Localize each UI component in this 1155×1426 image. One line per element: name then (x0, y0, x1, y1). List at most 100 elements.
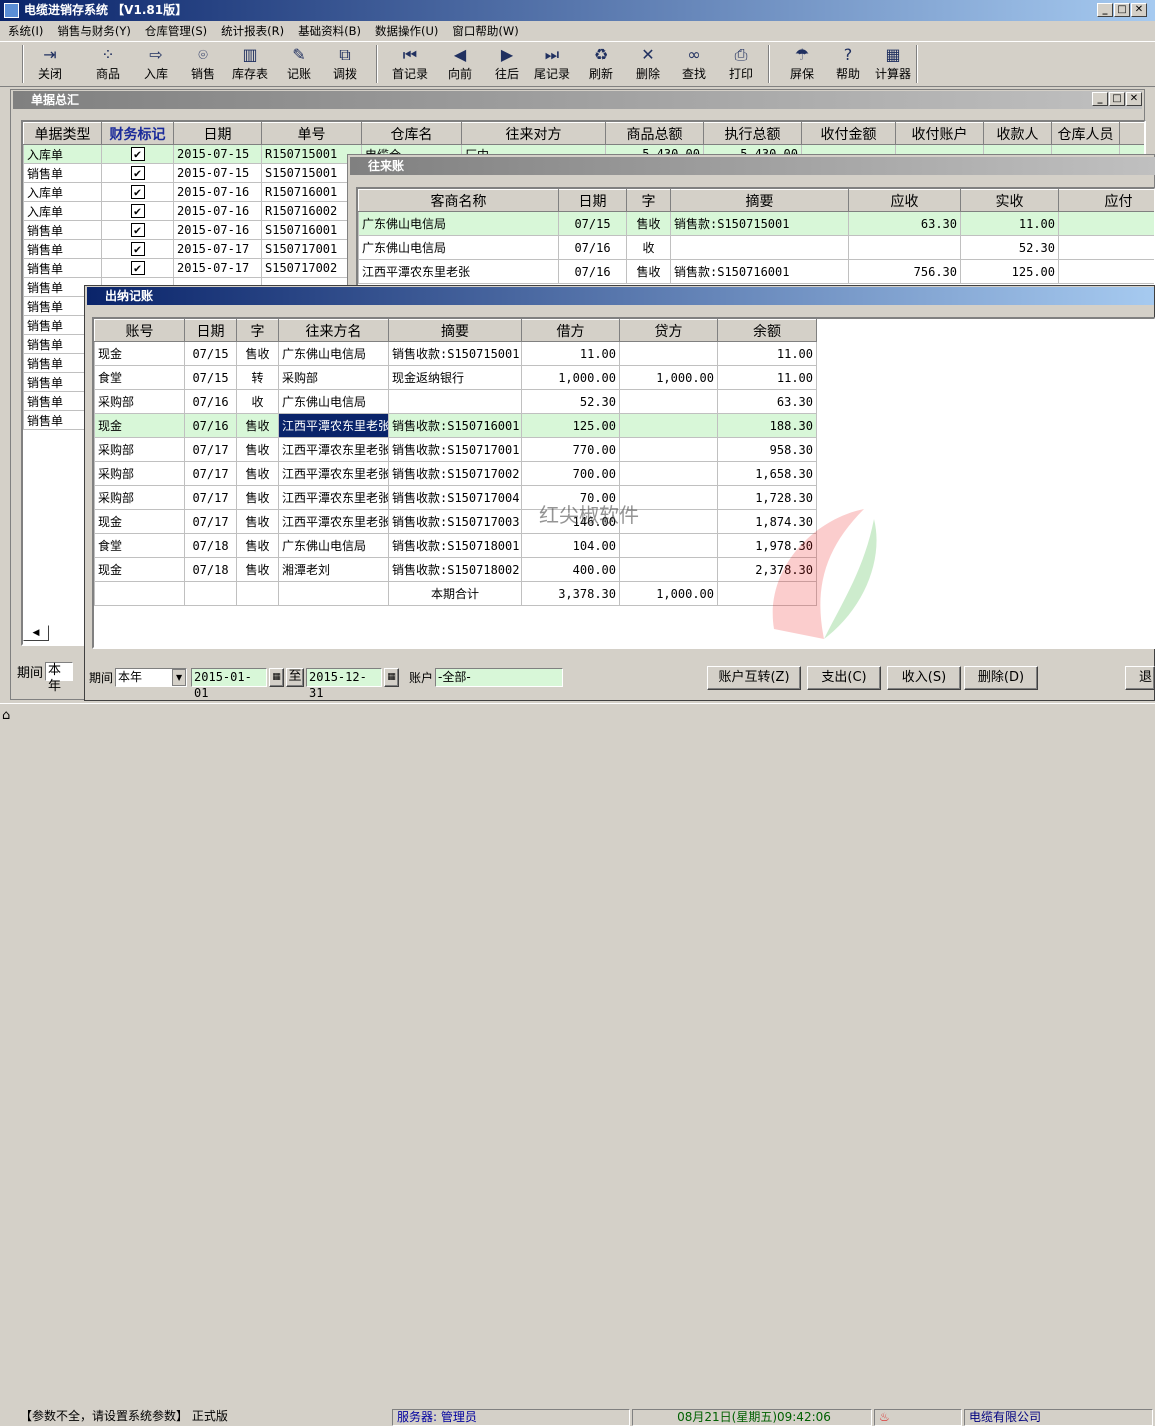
table-row[interactable]: 江西平潭农东里老张07/16售收销售款:S150716001756.30125.… (359, 260, 1155, 284)
finance-mark-cell[interactable]: ✔ (102, 221, 174, 240)
chevron-down-icon[interactable]: ▼ (172, 669, 186, 686)
cash-col-header[interactable]: 日期 (185, 320, 237, 342)
summary-col-header[interactable]: 财务标记 (102, 123, 174, 145)
cash-col-header[interactable]: 借方 (522, 320, 620, 342)
finance-mark-cell[interactable]: ✔ (102, 164, 174, 183)
table-row[interactable]: 采购部07/16收广东佛山电信局52.3063.30 (95, 390, 817, 414)
finance-mark-cell[interactable]: ✔ (102, 183, 174, 202)
cash-col-header[interactable]: 往来方名 (279, 320, 389, 342)
toolbar-delete-button[interactable]: ✕删除 (628, 45, 668, 85)
toolbar-printer-button[interactable]: ⎙打印 (721, 45, 761, 85)
table-row[interactable]: 采购部07/17售收江西平潭农东里老张销售收款:S150717002700.00… (95, 462, 817, 486)
toolbar-first-record-button[interactable]: ⏮首记录 (388, 45, 432, 85)
cash-col-header[interactable]: 余额 (718, 320, 817, 342)
ledger-col-header[interactable]: 日期 (559, 190, 627, 212)
date-from-field[interactable]: 2015-01-01 (191, 668, 267, 687)
account-transfer-button[interactable]: 账户互转(Z) (707, 666, 801, 690)
toolbar-goods-button[interactable]: ⁘商品 (88, 45, 128, 85)
cash-cell[interactable]: 江西平潭农东里老张 (279, 414, 389, 438)
toolbar-close-door-button[interactable]: ⇥关闭 (30, 45, 70, 85)
income-button[interactable]: 收入(S) (887, 666, 961, 690)
checkbox-checked-icon[interactable]: ✔ (131, 223, 145, 237)
date-to-field[interactable]: 2015-12-31 (306, 668, 382, 687)
calendar-icon[interactable]: ▦ (269, 668, 284, 687)
delete-button[interactable]: 删除(D) (964, 666, 1038, 690)
table-row[interactable]: 食堂07/15转采购部现金返纳银行1,000.001,000.0011.00 (95, 366, 817, 390)
menu-data-ops[interactable]: 数据操作(U) (375, 23, 438, 39)
toolbar-bookkeeping-button[interactable]: ✎记账 (279, 45, 319, 85)
maximize-button[interactable]: □ (1114, 3, 1130, 17)
toolbar-calculator-button[interactable]: ▦计算器 (870, 45, 916, 85)
toolbar-binoculars-button[interactable]: ∞查找 (674, 45, 714, 85)
checkbox-checked-icon[interactable]: ✔ (131, 242, 145, 256)
menu-sales-finance[interactable]: 销售与财务(Y) (57, 23, 131, 39)
summary-col-header[interactable]: 收款人 (984, 123, 1052, 145)
table-row[interactable]: 现金07/16售收江西平潭农东里老张销售收款:S150716001125.001… (95, 414, 817, 438)
toolbar-next-button[interactable]: ▶往后 (487, 45, 527, 85)
table-row[interactable]: 广东佛山电信局07/15售收销售款:S15071500163.3011.00 (359, 212, 1155, 236)
summary-col-header[interactable]: 经 (1120, 123, 1147, 145)
scroll-left-button[interactable]: ◀ (23, 625, 49, 641)
summary-col-header[interactable]: 单据类型 (24, 123, 102, 145)
calendar-icon[interactable]: ▦ (384, 668, 399, 687)
table-row[interactable]: 现金07/18售收湘潭老刘销售收款:S150718002400.002,378.… (95, 558, 817, 582)
toolbar-umbrella-button[interactable]: ☂屏保 (782, 45, 822, 85)
summary-col-header[interactable]: 单号 (262, 123, 362, 145)
checkbox-checked-icon[interactable]: ✔ (131, 204, 145, 218)
checkbox-checked-icon[interactable]: ✔ (131, 185, 145, 199)
summary-col-header[interactable]: 收付账户 (896, 123, 984, 145)
checkbox-checked-icon[interactable]: ✔ (131, 147, 145, 161)
summary-col-header[interactable]: 仓库名 (362, 123, 462, 145)
finance-mark-cell[interactable]: ✔ (102, 240, 174, 259)
cash-col-header[interactable]: 贷方 (620, 320, 718, 342)
summary-col-header[interactable]: 执行总额 (704, 123, 802, 145)
finance-mark-cell[interactable]: ✔ (102, 259, 174, 278)
minimize-button[interactable]: _ (1097, 3, 1113, 17)
table-row[interactable]: 采购部07/17售收江西平潭农东里老张销售收款:S15071700470.001… (95, 486, 817, 510)
ledger-grid[interactable]: 客商名称日期字摘要应收实收应付 广东佛山电信局07/15售收销售款:S15071… (356, 187, 1155, 287)
table-row[interactable]: 广东佛山电信局07/16收52.30 (359, 236, 1155, 260)
finance-mark-cell[interactable]: ✔ (102, 145, 174, 164)
summary-col-header[interactable]: 日期 (174, 123, 262, 145)
menu-base-data[interactable]: 基础资料(B) (298, 23, 361, 39)
finance-mark-cell[interactable]: ✔ (102, 202, 174, 221)
menu-system[interactable]: 系统(I) (8, 23, 43, 39)
checkbox-checked-icon[interactable]: ✔ (131, 166, 145, 180)
expense-button[interactable]: 支出(C) (807, 666, 881, 690)
toolbar-previous-button[interactable]: ◀向前 (440, 45, 480, 85)
ledger-col-header[interactable]: 客商名称 (359, 190, 559, 212)
checkbox-checked-icon[interactable]: ✔ (131, 261, 145, 275)
cash-grid[interactable]: 账号日期字往来方名摘要借方贷方余额 现金07/15售收广东佛山电信局销售收款:S… (92, 317, 1155, 649)
summary-period-select[interactable]: 本年 (45, 662, 73, 681)
account-field[interactable]: -全部- (435, 668, 563, 687)
summary-col-header[interactable]: 往来对方 (462, 123, 606, 145)
summary-col-header[interactable]: 收付金额 (802, 123, 896, 145)
toolbar-transfer-button[interactable]: ⧉调拨 (325, 45, 365, 85)
menu-warehouse[interactable]: 仓库管理(S) (145, 23, 207, 39)
table-row[interactable]: 食堂07/18售收广东佛山电信局销售收款:S150718001104.001,9… (95, 534, 817, 558)
toolbar-help-button[interactable]: ?帮助 (828, 45, 868, 85)
toolbar-last-record-button[interactable]: ⏭尾记录 (530, 45, 574, 85)
summary-maximize-button[interactable]: □ (1109, 92, 1125, 106)
cash-col-header[interactable]: 摘要 (389, 320, 522, 342)
summary-col-header[interactable]: 商品总额 (606, 123, 704, 145)
cash-col-header[interactable]: 字 (237, 320, 279, 342)
ledger-col-header[interactable]: 字 (627, 190, 671, 212)
menu-reports[interactable]: 统计报表(R) (221, 23, 284, 39)
table-row[interactable]: 现金07/15售收广东佛山电信局销售收款:S15071500111.0011.0… (95, 342, 817, 366)
exit-button[interactable]: 退 (1125, 666, 1155, 690)
table-row[interactable]: 现金07/17售收江西平潭农东里老张销售收款:S150717003146.001… (95, 510, 817, 534)
summary-col-header[interactable]: 仓库人员 (1052, 123, 1120, 145)
ledger-col-header[interactable]: 应付 (1059, 190, 1155, 212)
toolbar-refresh-button[interactable]: ♻刷新 (581, 45, 621, 85)
toolbar-sales-button[interactable]: ⌾销售 (183, 45, 223, 85)
ledger-col-header[interactable]: 实收 (961, 190, 1059, 212)
cash-period-select[interactable]: 本年 ▼ (115, 668, 187, 687)
ledger-col-header[interactable]: 应收 (849, 190, 961, 212)
toolbar-stock-in-button[interactable]: ⇨入库 (136, 45, 176, 85)
table-row[interactable]: 采购部07/17售收江西平潭农东里老张销售收款:S150717001770.00… (95, 438, 817, 462)
toolbar-inventory-chart-button[interactable]: ▥库存表 (228, 45, 272, 85)
summary-close-button[interactable]: ✕ (1126, 92, 1142, 106)
ledger-col-header[interactable]: 摘要 (671, 190, 849, 212)
menu-window-help[interactable]: 窗口帮助(W) (452, 23, 518, 39)
